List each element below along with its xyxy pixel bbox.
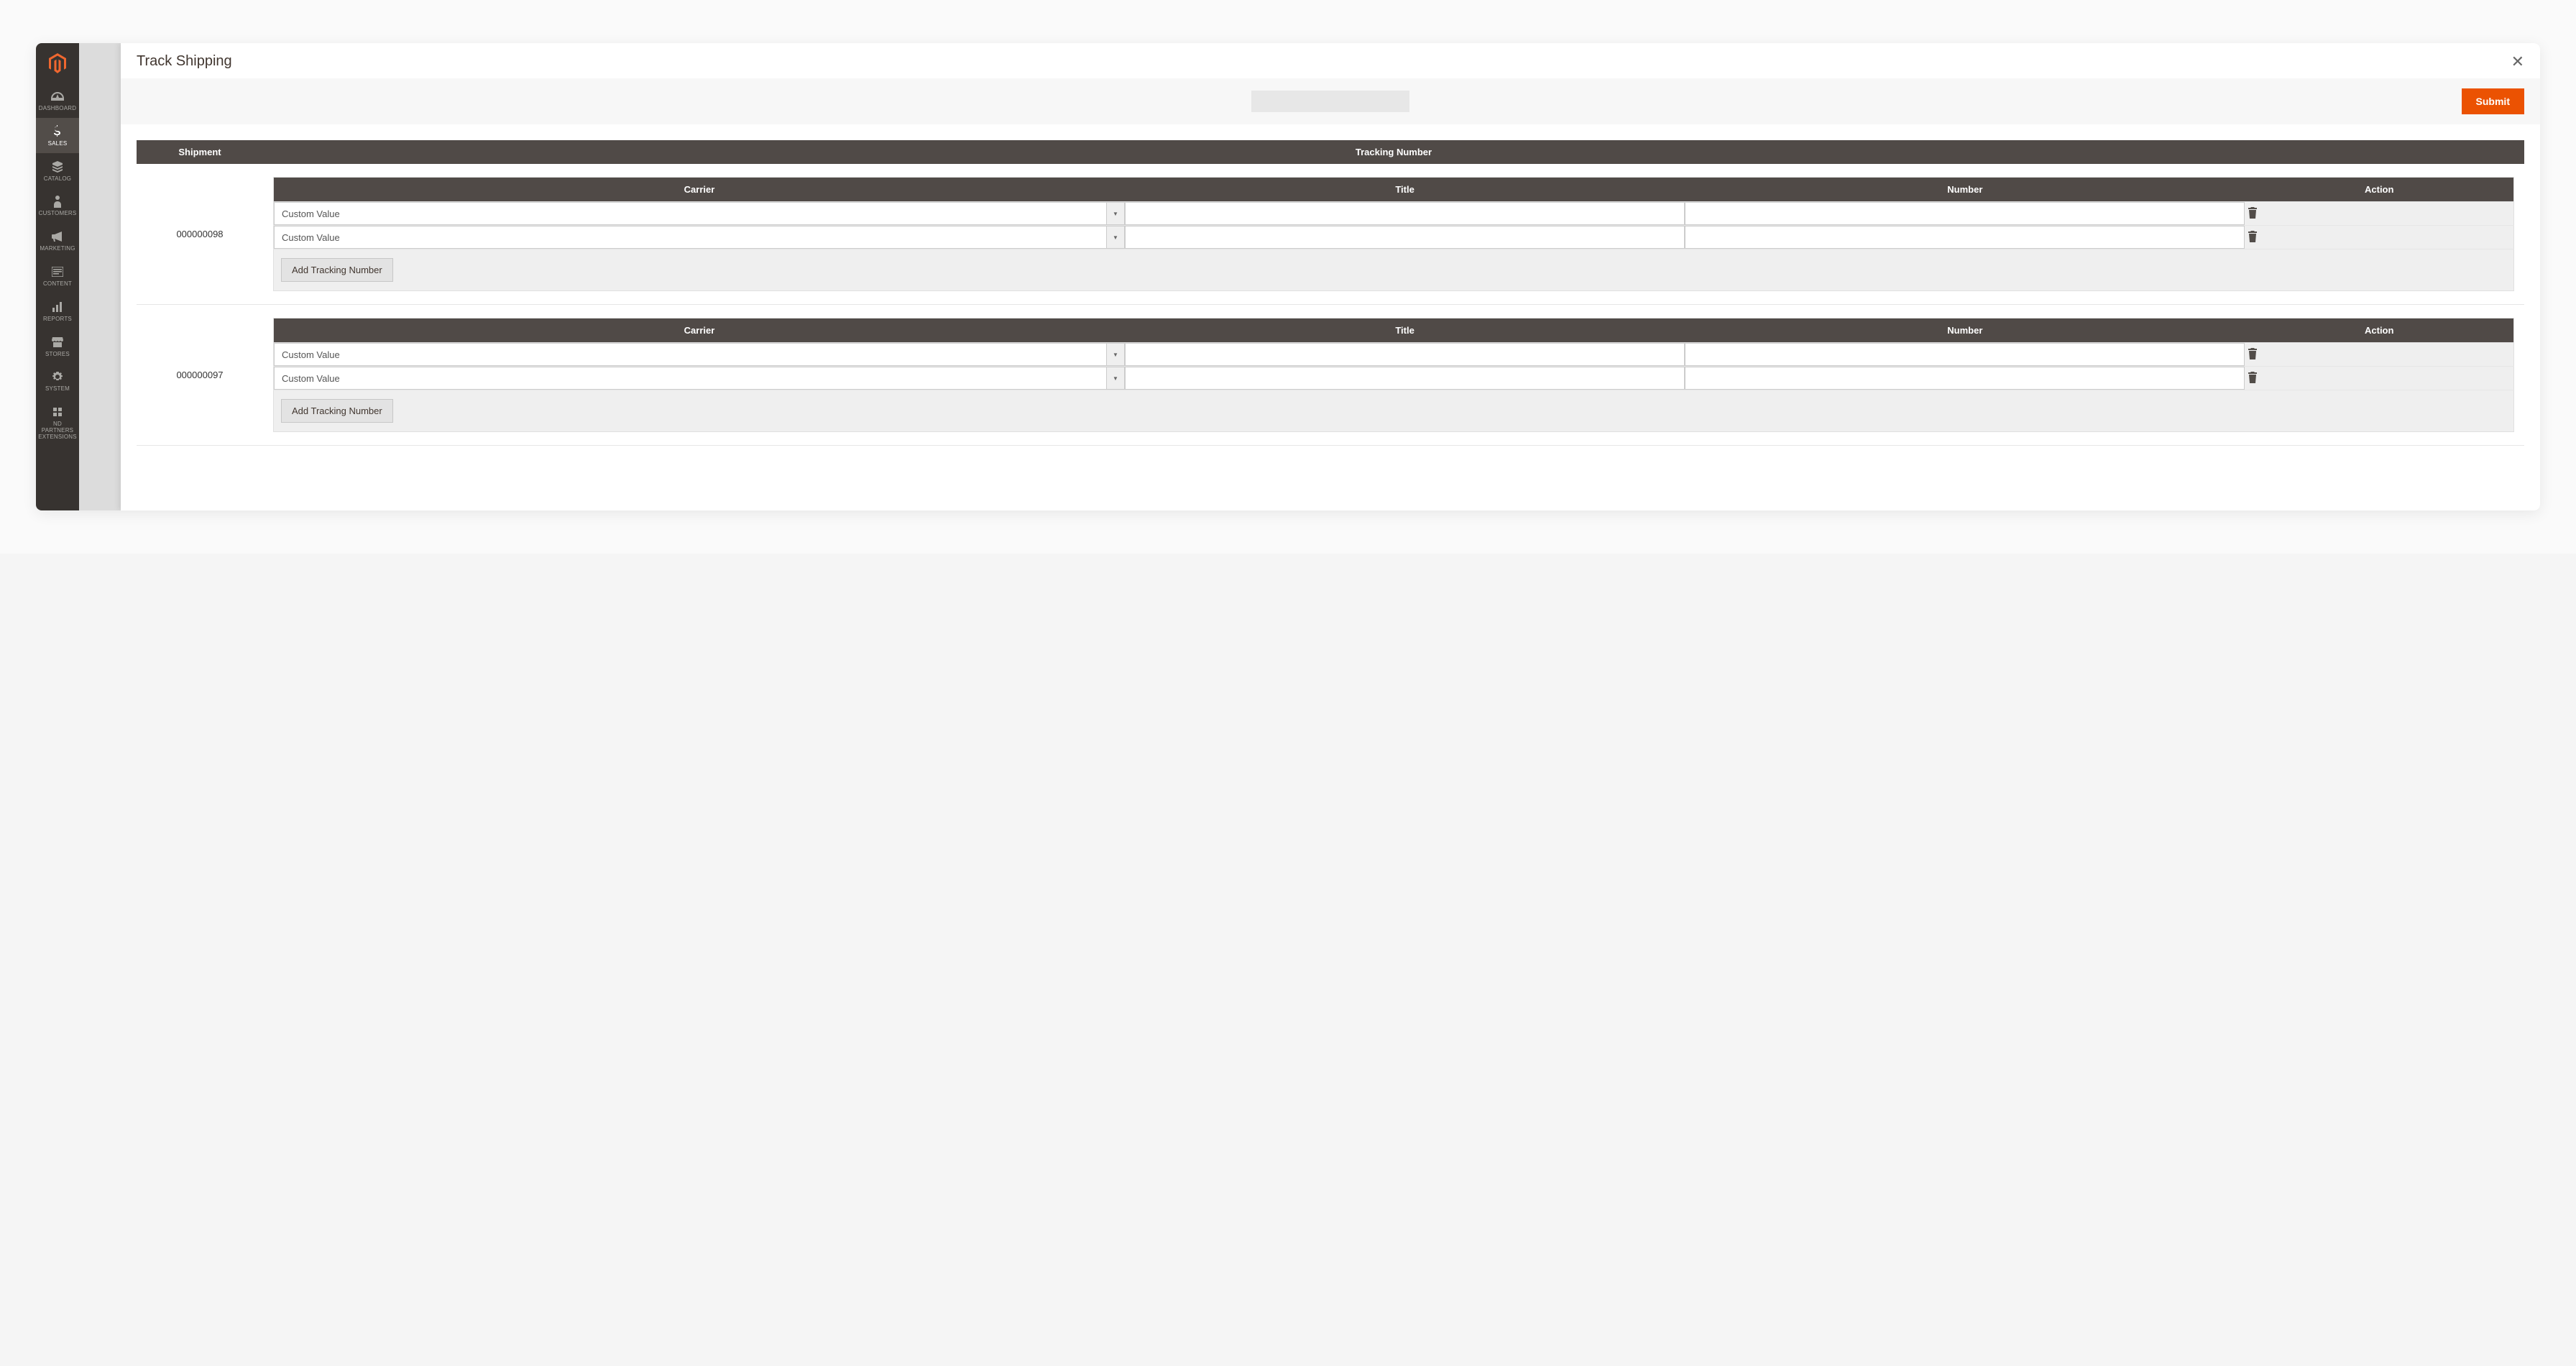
shipment-row: 000000097 Carrier Title Number Action (137, 305, 2524, 446)
column-shipment: Shipment (137, 140, 263, 164)
number-input[interactable] (1685, 367, 2245, 390)
carrier-select-value: Custom Value (274, 202, 1106, 225)
carrier-select[interactable]: Custom Value ▼ (274, 202, 1125, 225)
tracking-row: Custom Value ▼ (274, 226, 2514, 249)
gear-icon (51, 370, 64, 383)
chevron-down-icon: ▼ (1106, 343, 1125, 366)
carrier-select[interactable]: Custom Value ▼ (274, 367, 1125, 390)
trash-icon (2248, 233, 2258, 244)
modal-title: Track Shipping (137, 53, 232, 70)
close-icon: ✕ (2511, 52, 2524, 70)
carrier-select-value: Custom Value (274, 367, 1106, 390)
carrier-select[interactable]: Custom Value ▼ (274, 226, 1125, 249)
dashboard-icon (51, 90, 64, 103)
chevron-down-icon: ▼ (1106, 367, 1125, 390)
track-shipping-modal: Track Shipping ✕ Submit Shipment Trackin… (121, 43, 2540, 510)
inner-col-action: Action (2245, 178, 2513, 202)
column-tracking-number: Tracking Number (263, 140, 2524, 164)
sidebar-item-sales[interactable]: SALES (36, 118, 79, 153)
nav-label: CONTENT (43, 281, 72, 288)
nav-label: DASHBOARD (39, 106, 76, 112)
sidebar-item-marketing[interactable]: MARKETING (36, 223, 79, 258)
catalog-icon (51, 160, 64, 173)
sidebar-item-content[interactable]: CONTENT (36, 258, 79, 293)
nav-label: CUSTOMERS (39, 211, 77, 217)
tracking-table: Carrier Title Number Action (273, 177, 2514, 291)
inner-col-action: Action (2245, 318, 2513, 343)
tracking-row: Custom Value ▼ (274, 202, 2514, 226)
add-tracking-button[interactable]: Add Tracking Number (281, 399, 393, 423)
shipment-row: 000000098 Carrier Title Number Action (137, 164, 2524, 305)
nav-label: MARKETING (40, 246, 75, 252)
nav-label: SALES (48, 141, 68, 147)
title-input[interactable] (1125, 226, 1685, 249)
title-input[interactable] (1125, 202, 1685, 225)
number-input[interactable] (1685, 343, 2245, 366)
sidebar-item-customers[interactable]: CUSTOMERS (36, 188, 79, 223)
title-input[interactable] (1125, 343, 1685, 366)
nav-label: CATALOG (44, 176, 71, 183)
tracking-row: Custom Value ▼ (274, 367, 2514, 390)
modal-toolbar: Submit (121, 78, 2540, 124)
close-button[interactable]: ✕ (2511, 54, 2524, 70)
marketing-icon (51, 230, 64, 243)
sidebar-item-dashboard[interactable]: DASHBOARD (36, 83, 79, 118)
shipments-table: Shipment Tracking Number 000000098 (137, 140, 2524, 446)
sidebar-item-system[interactable]: SYSTEM (36, 363, 79, 398)
admin-sidebar: DASHBOARD SALES CATALOG CUSTOMERS MARKET… (36, 43, 79, 510)
nav-label: REPORTS (43, 316, 72, 323)
partners-icon (51, 405, 64, 418)
inner-col-number: Number (1685, 318, 2245, 343)
inner-col-carrier: Carrier (274, 178, 1125, 202)
sidebar-item-stores[interactable]: STORES (36, 329, 79, 364)
sidebar-item-catalog[interactable]: CATALOG (36, 153, 79, 188)
magento-logo[interactable] (36, 43, 79, 83)
modal-body: Shipment Tracking Number 000000098 (121, 124, 2540, 510)
trash-icon (2248, 350, 2258, 362)
delete-button[interactable] (2245, 204, 2260, 224)
sidebar-item-reports[interactable]: REPORTS (36, 293, 79, 329)
carrier-select[interactable]: Custom Value ▼ (274, 343, 1125, 366)
carrier-select-value: Custom Value (274, 343, 1106, 366)
number-input[interactable] (1685, 226, 2245, 249)
shipment-id-cell: 000000097 (137, 305, 263, 446)
add-tracking-row: Add Tracking Number (274, 249, 2514, 291)
add-tracking-button[interactable]: Add Tracking Number (281, 258, 393, 282)
number-input[interactable] (1685, 202, 2245, 225)
inner-col-carrier: Carrier (274, 318, 1125, 343)
chevron-down-icon: ▼ (1106, 226, 1125, 249)
inner-col-title: Title (1125, 178, 1685, 202)
title-input[interactable] (1125, 367, 1685, 390)
trash-icon (2248, 209, 2258, 221)
shipment-id-cell: 000000098 (137, 164, 263, 305)
delete-button[interactable] (2245, 345, 2260, 365)
nav-label: SYSTEM (45, 386, 70, 393)
carrier-select-value: Custom Value (274, 226, 1106, 249)
customers-icon (51, 195, 64, 208)
sales-icon (51, 125, 64, 138)
nav-label: ND PARTNERS EXTENSIONS (37, 421, 78, 440)
reports-icon (51, 301, 64, 313)
toolbar-placeholder (1251, 91, 1409, 112)
submit-button[interactable]: Submit (2462, 88, 2524, 114)
stores-icon (51, 336, 64, 349)
sidebar-item-partners[interactable]: ND PARTNERS EXTENSIONS (36, 398, 79, 446)
nav-label: STORES (45, 352, 70, 358)
content-icon (51, 265, 64, 278)
inner-col-title: Title (1125, 318, 1685, 343)
tracking-row: Custom Value ▼ (274, 343, 2514, 367)
trash-icon (2248, 374, 2258, 385)
delete-button[interactable] (2245, 228, 2260, 247)
add-tracking-row: Add Tracking Number (274, 390, 2514, 432)
inner-col-number: Number (1685, 178, 2245, 202)
chevron-down-icon: ▼ (1106, 202, 1125, 225)
modal-header: Track Shipping ✕ (121, 43, 2540, 78)
tracking-table: Carrier Title Number Action (273, 318, 2514, 432)
delete-button[interactable] (2245, 369, 2260, 388)
